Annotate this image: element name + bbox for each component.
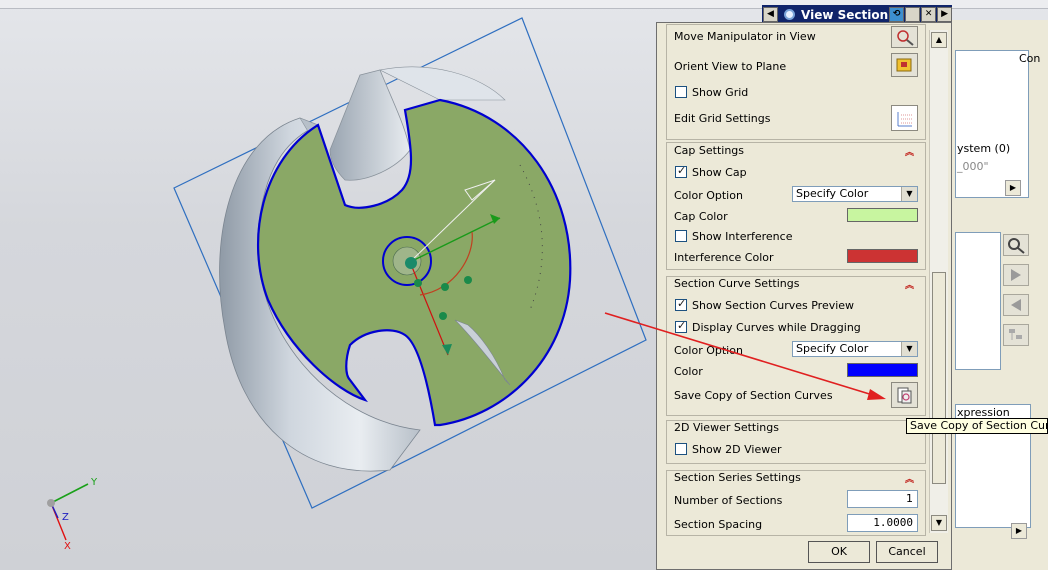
- display-dragging-label: Display Curves while Dragging: [692, 321, 861, 334]
- cap-color-label: Cap Color: [674, 210, 728, 223]
- curve-color-label: Color: [674, 365, 703, 378]
- chevron-down-icon[interactable]: ▼: [901, 342, 917, 356]
- cap-color-option-select[interactable]: Specify Color ▼: [792, 186, 918, 202]
- edit-grid-label: Edit Grid Settings: [674, 112, 771, 125]
- scroll-right-icon-top[interactable]: ▶: [1005, 180, 1021, 196]
- section-curve-settings-header[interactable]: Section Curve Settings: [674, 277, 799, 290]
- show-grid-label: Show Grid: [692, 86, 749, 99]
- show-interference-checkbox[interactable]: [675, 230, 687, 242]
- scroll-right-icon[interactable]: ▶: [1011, 523, 1027, 539]
- arrow-left-icon[interactable]: [1003, 294, 1029, 316]
- show-preview-label: Show Section Curves Preview: [692, 299, 855, 312]
- cap-color-option-value: Specify Color: [796, 187, 869, 200]
- grid-settings-icon[interactable]: [891, 105, 918, 131]
- show-cap-label: Show Cap: [692, 166, 747, 179]
- navigator-column-header: Con: [1019, 52, 1041, 65]
- arrow-right-icon[interactable]: [1003, 264, 1029, 286]
- dialog-scrollbar[interactable]: ▲ ▼: [929, 30, 948, 533]
- curve-color-option-value: Specify Color: [796, 342, 869, 355]
- triad-x-label: X: [64, 541, 71, 552]
- cancel-button[interactable]: Cancel: [876, 541, 938, 563]
- cap-color-option-label: Color Option: [674, 189, 743, 202]
- background-navigator-panel: Con ystem (0) _000" xpression ▶ ▶: [948, 20, 1048, 570]
- section-spacing-label: Section Spacing: [674, 518, 763, 531]
- number-of-sections-input[interactable]: 1: [847, 490, 918, 508]
- section-spacing-input[interactable]: 1.0000: [847, 514, 918, 532]
- show-2d-viewer-checkbox[interactable]: [675, 443, 687, 455]
- scrollbar-thumb[interactable]: [932, 272, 946, 484]
- orient-view-label: Orient View to Plane: [674, 60, 787, 73]
- section-series-header[interactable]: Section Series Settings: [674, 471, 801, 484]
- nx-logo-icon: [784, 9, 795, 20]
- reset-icon[interactable]: ⟲: [889, 7, 905, 22]
- curve-color-swatch[interactable]: [847, 363, 918, 377]
- back-arrow-icon[interactable]: ◀: [763, 7, 778, 22]
- dialog-title: View Section: [778, 8, 888, 22]
- interference-color-swatch[interactable]: [847, 249, 918, 263]
- section-series-collapse-icon[interactable]: ︽: [905, 472, 914, 485]
- preview-list[interactable]: [955, 232, 1001, 370]
- top-notch-wall: [329, 69, 411, 181]
- section-curve-collapse-icon[interactable]: ︽: [905, 278, 914, 291]
- orient-view-icon[interactable]: [891, 53, 918, 77]
- section-view-geometry: Y Z X: [47, 17, 647, 552]
- disk-top-rim: [379, 66, 506, 101]
- curve-color-option-label: Color Option: [674, 344, 743, 357]
- viewer-2d-header[interactable]: 2D Viewer Settings: [674, 421, 779, 434]
- dialog-title-text: View Section: [801, 7, 889, 22]
- triad-y-label: Y: [90, 477, 98, 488]
- save-copy-section-curves-button[interactable]: [891, 382, 918, 408]
- show-grid-checkbox[interactable]: [675, 86, 687, 98]
- zoom-icon[interactable]: [1003, 234, 1029, 256]
- tree-icon[interactable]: [1003, 324, 1029, 346]
- scroll-down-icon[interactable]: ▼: [931, 515, 947, 531]
- scroll-up-icon[interactable]: ▲: [931, 32, 947, 48]
- chevron-down-icon[interactable]: ▼: [901, 187, 917, 201]
- triad-z-label: Z: [62, 512, 69, 523]
- close-icon[interactable]: ✕: [921, 7, 937, 22]
- show-2d-viewer-label: Show 2D Viewer: [692, 443, 782, 456]
- forward-arrow-icon[interactable]: ▶: [937, 7, 953, 22]
- navigator-system-text: ystem (0): [957, 142, 1011, 155]
- show-preview-checkbox[interactable]: [675, 297, 687, 311]
- show-cap-checkbox[interactable]: [675, 164, 687, 178]
- triad-y-axis: [50, 483, 89, 504]
- cap-settings-header[interactable]: Cap Settings: [674, 144, 744, 157]
- navigator-list[interactable]: [955, 50, 1029, 198]
- minimize-icon[interactable]: [905, 7, 921, 22]
- show-interference-label: Show Interference: [692, 230, 793, 243]
- save-copy-label: Save Copy of Section Curves: [674, 389, 833, 402]
- curve-color-option-select[interactable]: Specify Color ▼: [792, 341, 918, 357]
- number-of-sections-label: Number of Sections: [674, 494, 783, 507]
- ok-button[interactable]: OK: [808, 541, 870, 563]
- move-manipulator-label: Move Manipulator in View: [674, 30, 816, 43]
- save-copy-tooltip: Save Copy of Section Curves: [906, 418, 1048, 434]
- cap-color-swatch[interactable]: [847, 208, 918, 222]
- cap-settings-collapse-icon[interactable]: ︽: [905, 145, 914, 158]
- display-dragging-checkbox[interactable]: [675, 319, 687, 333]
- move-manipulator-icon[interactable]: [891, 26, 918, 48]
- interference-color-label: Interference Color: [674, 251, 774, 264]
- navigator-value-text: _000": [957, 160, 989, 173]
